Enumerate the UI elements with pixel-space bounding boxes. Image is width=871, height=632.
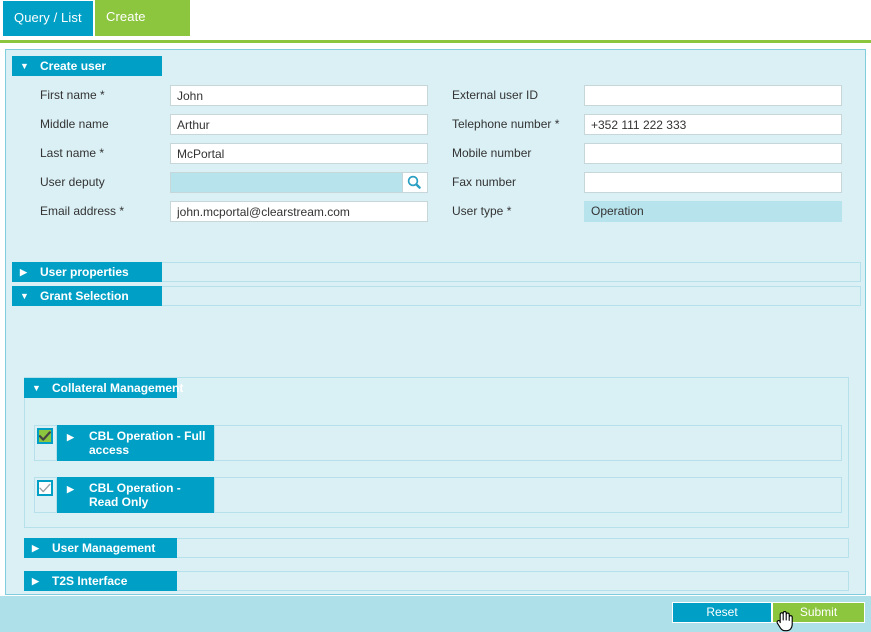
- reset-button[interactable]: Reset: [672, 602, 772, 623]
- checkbox-unchecked-icon: [37, 480, 53, 496]
- create-user-panel: ▼ Create user First name * Middle name La…: [5, 49, 866, 595]
- field-user-deputy: User deputy: [40, 172, 430, 194]
- user-type-value: Operation: [584, 201, 842, 222]
- check-icon: [39, 483, 51, 492]
- field-first-name: First name *: [40, 85, 430, 107]
- label-middle-name: Middle name: [40, 117, 109, 131]
- email-address-input[interactable]: [170, 201, 428, 222]
- footer-bar: Reset Submit: [0, 596, 871, 632]
- tab-query-list[interactable]: Query / List: [2, 0, 94, 36]
- chevron-right-icon: ▶: [20, 267, 27, 277]
- tab-underline: [0, 40, 871, 43]
- grant-selection-body: ▼ Collateral Management ▶ CBL Operation -…: [12, 308, 861, 591]
- middle-name-input[interactable]: [170, 114, 428, 135]
- tab-create[interactable]: Create: [95, 0, 190, 36]
- search-icon: [407, 175, 421, 189]
- label-first-name: First name *: [40, 88, 105, 102]
- grant-detail-area: [214, 425, 842, 461]
- mobile-number-input[interactable]: [584, 143, 842, 164]
- field-middle-name: Middle name: [40, 114, 430, 136]
- chevron-right-icon: ▶: [32, 543, 39, 553]
- chevron-right-icon: ▶: [32, 576, 39, 586]
- section-title-grant-selection: Grant Selection: [40, 289, 129, 303]
- section-title-user-management: User Management: [52, 541, 156, 555]
- user-deputy-input[interactable]: [170, 172, 403, 193]
- label-last-name: Last name *: [40, 146, 105, 160]
- chevron-down-icon: ▼: [32, 383, 41, 393]
- grant-label-cbl-operation-read-only[interactable]: ▶ CBL Operation - Read Only: [57, 477, 214, 513]
- chevron-down-icon: ▼: [20, 291, 29, 301]
- label-telephone-number: Telephone number *: [452, 117, 560, 131]
- chevron-down-icon: ▼: [20, 61, 29, 71]
- section-header-user-properties[interactable]: ▶ User properties: [12, 262, 162, 282]
- field-telephone-number: Telephone number *: [452, 114, 842, 136]
- grant-detail-area: [214, 477, 842, 513]
- field-user-type: User type * Operation: [452, 201, 842, 223]
- grant-label-cbl-operation-full-access[interactable]: ▶ CBL Operation - Full access: [57, 425, 214, 461]
- chevron-right-icon: ▶: [67, 484, 74, 494]
- section-title-collateral-management: Collateral Management: [52, 381, 184, 395]
- field-mobile-number: Mobile number: [452, 143, 842, 165]
- grant-row: ▶ CBL Operation - Read Only: [34, 477, 842, 513]
- label-user-deputy: User deputy: [40, 175, 105, 189]
- label-fax-number: Fax number: [452, 175, 517, 189]
- field-last-name: Last name *: [40, 143, 430, 165]
- grant-row: ▶ CBL Operation - Full access: [34, 425, 842, 461]
- field-external-user-id: External user ID: [452, 85, 842, 107]
- field-email-address: Email address *: [40, 201, 430, 223]
- section-header-collateral-management[interactable]: ▼ Collateral Management: [24, 378, 183, 398]
- label-mobile-number: Mobile number: [452, 146, 532, 160]
- checkbox-checked-icon: [37, 428, 53, 444]
- first-name-input[interactable]: [170, 85, 428, 106]
- label-email-address: Email address *: [40, 204, 125, 218]
- telephone-number-input[interactable]: [584, 114, 842, 135]
- tab-query-list-label: Query / List: [14, 10, 82, 25]
- section-header-create-user[interactable]: ▼ Create user: [12, 56, 162, 76]
- check-icon: [39, 430, 51, 441]
- submit-button[interactable]: Submit: [772, 602, 865, 623]
- section-title-user-properties: User properties: [40, 265, 129, 279]
- grant-checkbox-cbl-operation-read-only[interactable]: [34, 477, 57, 513]
- label-user-type: User type *: [452, 204, 512, 218]
- chevron-right-icon: ▶: [67, 432, 74, 442]
- user-deputy-lookup-button[interactable]: [403, 172, 428, 193]
- field-fax-number: Fax number: [452, 172, 842, 194]
- grant-checkbox-cbl-operation-full-access[interactable]: [34, 425, 57, 461]
- fax-number-input[interactable]: [584, 172, 842, 193]
- section-title-create-user: Create user: [40, 59, 107, 73]
- section-title-t2s-interface: T2S Interface: [52, 574, 128, 588]
- section-header-t2s-interface[interactable]: ▶ T2S Interface: [24, 571, 177, 591]
- grant-title: CBL Operation - Full access: [89, 429, 206, 457]
- tab-create-label: Create: [106, 9, 146, 24]
- label-external-user-id: External user ID: [452, 88, 539, 102]
- external-user-id-input[interactable]: [584, 85, 842, 106]
- last-name-input[interactable]: [170, 143, 428, 164]
- grant-title: CBL Operation - Read Only: [89, 481, 181, 509]
- tab-strip: Query / List Create: [0, 0, 871, 43]
- create-user-form: First name * Middle name Last name * Use…: [12, 76, 861, 259]
- section-header-user-management[interactable]: ▶ User Management: [24, 538, 177, 558]
- section-header-grant-selection[interactable]: ▼ Grant Selection: [12, 286, 162, 306]
